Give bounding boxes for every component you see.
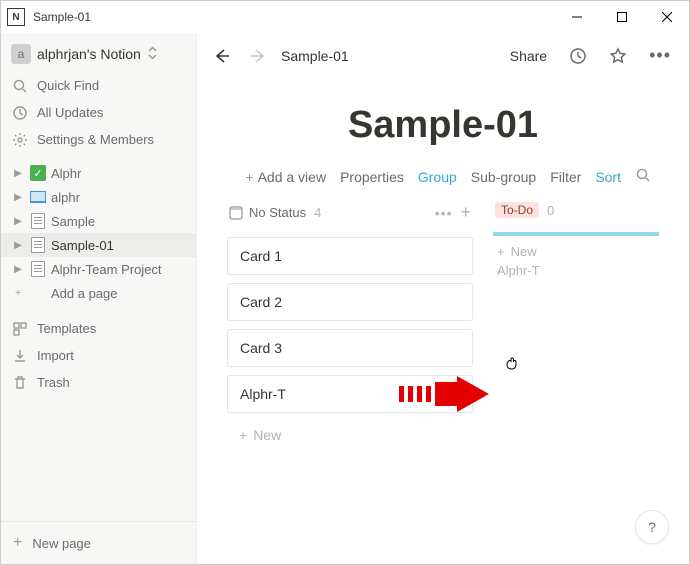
page-label: Sample-01 — [51, 238, 114, 253]
help-button[interactable]: ? — [635, 510, 669, 544]
page-title[interactable]: Sample-01 — [227, 104, 659, 147]
chevron-right-icon[interactable]: ▶ — [11, 192, 25, 203]
sidebar-item-alphr-team[interactable]: ▶ Alphr-Team Project — [1, 257, 196, 281]
sidebar-item-alphr-0[interactable]: ▶ ✓ Alphr — [1, 161, 196, 185]
templates-label: Templates — [37, 321, 96, 336]
add-page-button[interactable]: + Add a page — [1, 281, 196, 305]
column-tag-todo: To-Do — [495, 202, 539, 218]
back-button[interactable] — [209, 47, 235, 65]
window-maximize-button[interactable] — [599, 1, 644, 33]
window-title: Sample-01 — [33, 10, 91, 24]
help-label: ? — [648, 519, 656, 535]
board-card[interactable]: Card 2 — [227, 283, 473, 321]
board-card[interactable]: Card 3 — [227, 329, 473, 367]
chevron-right-icon[interactable]: ▶ — [11, 264, 25, 275]
breadcrumb[interactable]: Sample-01 — [281, 48, 349, 64]
chevron-updown-icon — [147, 46, 158, 63]
column-menu-icon[interactable]: ••• — [435, 205, 453, 221]
download-icon — [11, 347, 29, 365]
chevron-right-icon[interactable]: ▶ — [11, 168, 25, 179]
workspace-name: alphrjan's Notion — [37, 46, 141, 62]
doc-icon — [29, 212, 47, 230]
chevron-right-icon[interactable]: ▶ — [11, 216, 25, 227]
board-column-todo: To-Do 0 + New Alphr-T — [493, 198, 659, 280]
quick-find-button[interactable]: Quick Find — [1, 72, 196, 99]
add-page-label: Add a page — [51, 286, 118, 301]
templates-icon — [11, 320, 29, 338]
favorite-star-icon[interactable] — [603, 43, 633, 69]
search-icon — [11, 77, 29, 95]
sort-button[interactable]: Sort — [595, 169, 621, 185]
column-count: 0 — [547, 203, 554, 218]
laptop-icon — [29, 188, 47, 206]
add-view-label: Add a view — [258, 169, 326, 185]
column-add-icon[interactable]: + — [460, 202, 471, 223]
new-page-label: New page — [32, 536, 91, 551]
settings-button[interactable]: Settings & Members — [1, 126, 196, 153]
workspace-switcher[interactable]: a alphrjan's Notion — [1, 41, 196, 72]
new-page-button[interactable]: + New page — [1, 521, 196, 564]
column-status-label: No Status — [229, 205, 306, 220]
drag-ghost-card: Alphr-T — [493, 261, 659, 280]
sidebar: a alphrjan's Notion Quick Find All Updat… — [1, 33, 196, 564]
board-card-dragging[interactable]: Alphr-T — [227, 375, 473, 413]
all-updates-label: All Updates — [37, 105, 103, 120]
updates-icon[interactable] — [563, 43, 593, 69]
workspace-icon: a — [11, 44, 31, 64]
import-button[interactable]: Import — [1, 342, 196, 369]
settings-label: Settings & Members — [37, 132, 154, 147]
plus-icon: + — [11, 288, 25, 299]
plus-icon: + — [245, 169, 253, 185]
sidebar-item-sample-01[interactable]: ▶ Sample-01 — [1, 233, 196, 257]
new-card-ghost[interactable]: + New — [493, 242, 659, 261]
subgroup-button[interactable]: Sub-group — [471, 169, 536, 185]
import-label: Import — [37, 348, 74, 363]
plus-icon: + — [239, 427, 247, 443]
group-button[interactable]: Group — [418, 169, 457, 185]
templates-button[interactable]: Templates — [1, 315, 196, 342]
chevron-right-icon[interactable]: ▶ — [11, 240, 25, 251]
trash-icon — [11, 374, 29, 392]
new-card-label: New — [253, 427, 281, 443]
all-updates-button[interactable]: All Updates — [1, 99, 196, 126]
window-minimize-button[interactable] — [554, 1, 599, 33]
add-view-button[interactable]: + Add a view — [245, 169, 326, 185]
filter-button[interactable]: Filter — [550, 169, 581, 185]
search-icon[interactable] — [635, 167, 653, 186]
gear-icon — [11, 131, 29, 149]
sidebar-item-sample[interactable]: ▶ Sample — [1, 209, 196, 233]
more-menu-icon[interactable]: ••• — [643, 41, 677, 70]
page-label: Sample — [51, 214, 95, 229]
doc-icon — [29, 260, 47, 278]
sidebar-item-alphr-1[interactable]: ▶ alphr — [1, 185, 196, 209]
clock-icon — [11, 104, 29, 122]
check-icon: ✓ — [29, 164, 47, 182]
plus-icon: + — [497, 244, 505, 259]
window-close-button[interactable] — [644, 1, 689, 33]
new-card-button[interactable]: + New — [227, 421, 473, 449]
board-column-no-status: No Status 4 ••• + Card 1 Card 2 Card 3 A… — [227, 198, 473, 449]
page-label: Alphr-Team Project — [51, 262, 162, 277]
new-card-label: New — [511, 244, 537, 259]
properties-button[interactable]: Properties — [340, 169, 404, 185]
trash-button[interactable]: Trash — [1, 369, 196, 396]
board-card[interactable]: Card 1 — [227, 237, 473, 275]
page-label: Alphr — [51, 166, 81, 181]
share-button[interactable]: Share — [504, 44, 553, 68]
empty-status-icon — [229, 206, 243, 220]
page-label: alphr — [51, 190, 80, 205]
plus-icon: + — [13, 534, 22, 552]
trash-label: Trash — [37, 375, 70, 390]
forward-button[interactable] — [245, 47, 271, 65]
quick-find-label: Quick Find — [37, 78, 99, 93]
doc-icon — [29, 236, 47, 254]
notion-app-icon: N — [7, 8, 25, 26]
column-count: 4 — [314, 205, 321, 220]
drop-indicator — [493, 232, 659, 236]
